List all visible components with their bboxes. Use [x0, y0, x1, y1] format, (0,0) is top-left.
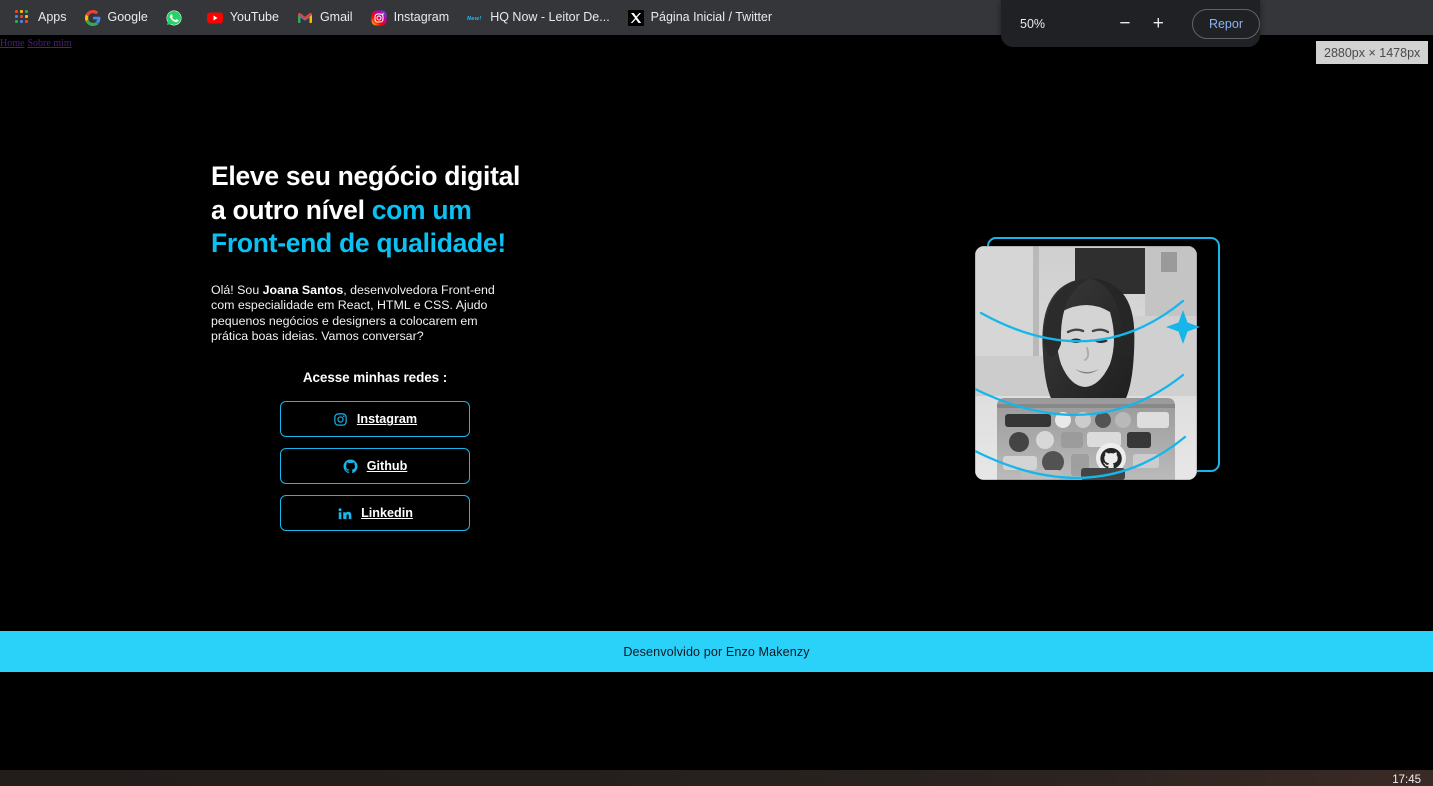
bookmark-apps[interactable]: Apps — [6, 6, 76, 30]
instagram-icon — [333, 412, 348, 427]
bookmark-google[interactable]: Google — [76, 6, 157, 30]
nav-link-sobre-mim[interactable]: Sobre mim — [27, 38, 71, 49]
avatar — [975, 246, 1197, 480]
google-icon — [84, 9, 101, 26]
bookmark-gmail[interactable]: Gmail — [288, 6, 362, 30]
page-title: Eleve seu negócio digital a outro nível … — [211, 160, 541, 261]
site-nav: Home Sobre mim — [0, 38, 75, 49]
headline-line-2-plain: a outro nível — [211, 194, 372, 225]
apps-grid-icon — [15, 9, 31, 26]
os-taskbar: 17:45 — [0, 770, 1433, 786]
zoom-out-button[interactable]: − — [1111, 9, 1138, 39]
footer-credit: Desenvolvido por Enzo Makenzy — [623, 644, 810, 659]
bookmark-label: Gmail — [319, 10, 353, 25]
hero-section: Eleve seu negócio digital a outro nível … — [0, 35, 1433, 631]
hqnow-icon: New! — [467, 10, 483, 26]
social-button-label: Github — [366, 459, 408, 474]
bookmark-instagram[interactable]: Instagram — [362, 6, 459, 30]
bookmark-label: Apps — [38, 10, 67, 25]
github-icon — [343, 459, 358, 474]
instagram-icon — [371, 10, 387, 26]
headline-line-1: Eleve seu negócio digital — [211, 161, 521, 191]
hero-text-column: Eleve seu negócio digital a outro nível … — [211, 160, 541, 532]
web-page-viewport: Home Sobre mim Eleve seu negócio digital … — [0, 35, 1433, 770]
site-footer: Desenvolvido por Enzo Makenzy — [0, 631, 1433, 672]
linkedin-icon — [337, 506, 352, 521]
zoom-level-value: 50% — [1020, 16, 1046, 31]
headline-line-3-accent: Front-end de qualidade! — [211, 228, 506, 259]
taskbar-clock: 17:45 — [1392, 774, 1421, 786]
zoom-control-panel: 50% − + Repor — [1001, 0, 1260, 47]
social-button-label: Instagram — [356, 412, 418, 427]
zoom-in-button[interactable]: + — [1145, 9, 1172, 39]
social-links-list: Instagram Github Linkedin — [211, 401, 539, 532]
zoom-reset-button[interactable]: Repor — [1191, 8, 1260, 39]
social-section-title: Acesse minhas redes : — [302, 370, 448, 386]
intro-name: Joana Santos — [262, 282, 344, 297]
nav-link-home[interactable]: Home — [0, 38, 24, 49]
portrait-block — [975, 201, 1235, 521]
viewport-dimension-badge: 2880px × 1478px — [1316, 41, 1429, 64]
bookmark-whatsapp[interactable] — [157, 6, 198, 30]
social-button-instagram[interactable]: Instagram — [280, 401, 470, 438]
gmail-icon — [297, 10, 313, 26]
twitter-x-icon — [627, 9, 644, 26]
bookmark-twitter[interactable]: Página Inicial / Twitter — [619, 6, 781, 30]
bookmark-label: YouTube — [229, 10, 279, 25]
bookmark-label: HQ Now - Leitor De... — [490, 10, 610, 25]
intro-before: Olá! Sou — [211, 282, 263, 297]
bookmark-label: Página Inicial / Twitter — [650, 10, 773, 25]
bookmark-hq-now[interactable]: New! HQ Now - Leitor De... — [458, 6, 618, 30]
bookmark-youtube[interactable]: YouTube — [198, 6, 288, 30]
whatsapp-icon — [166, 10, 182, 26]
bookmark-label: Instagram — [393, 10, 450, 25]
bookmark-label: Google — [107, 10, 148, 25]
social-button-linkedin[interactable]: Linkedin — [280, 495, 470, 532]
intro-paragraph: Olá! Sou Joana Santos, desenvolvedora Fr… — [211, 283, 516, 345]
svg-text:New!: New! — [467, 16, 481, 22]
headline-line-2-accent: com um — [371, 194, 472, 225]
social-button-github[interactable]: Github — [280, 448, 470, 485]
social-button-label: Linkedin — [361, 506, 413, 521]
youtube-icon — [206, 10, 223, 26]
